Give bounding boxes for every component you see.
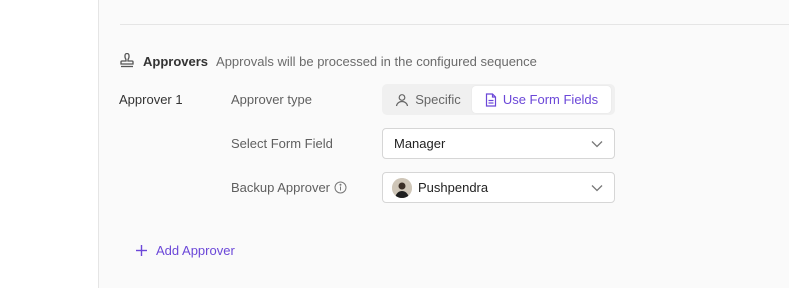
approvers-section-header: Approvers Approvals will be processed in…	[119, 52, 537, 70]
select-form-field-text: Select Form Field	[231, 136, 333, 151]
use-form-fields-label: Use Form Fields	[502, 92, 599, 107]
document-icon	[485, 92, 497, 107]
form-field-value: Manager	[394, 136, 446, 151]
approver-label: Approver 1	[119, 92, 183, 107]
approver-type-toggle: Specific Use Form Fields	[382, 84, 615, 115]
select-form-field-label: Select Form Field	[231, 136, 333, 151]
avatar	[392, 177, 412, 198]
chevron-down-icon	[590, 183, 604, 193]
info-icon[interactable]	[334, 181, 347, 194]
add-approver-label: Add Approver	[156, 243, 235, 258]
plus-icon	[135, 244, 148, 257]
approver-type-text: Approver type	[231, 92, 312, 107]
use-form-fields-option[interactable]: Use Form Fields	[472, 86, 611, 113]
section-title: Approvers	[143, 53, 209, 69]
approver-type-label: Approver type	[231, 92, 312, 107]
backup-approver-text: Backup Approver	[231, 180, 331, 195]
section-description: Approvals will be processed in the confi…	[216, 53, 537, 69]
user-icon	[395, 93, 409, 107]
backup-approver-label: Backup Approver	[231, 180, 347, 195]
backup-approver-select[interactable]: Pushpendra	[382, 172, 615, 203]
form-field-select[interactable]: Manager	[382, 128, 615, 159]
chevron-down-icon	[590, 139, 604, 149]
section-divider	[120, 24, 789, 25]
stamp-icon	[119, 53, 135, 69]
specific-option[interactable]: Specific	[384, 86, 472, 113]
backup-approver-value: Pushpendra	[418, 180, 489, 195]
left-pane	[0, 0, 99, 288]
specific-option-label: Specific	[415, 92, 461, 107]
add-approver-button[interactable]: Add Approver	[135, 243, 235, 258]
